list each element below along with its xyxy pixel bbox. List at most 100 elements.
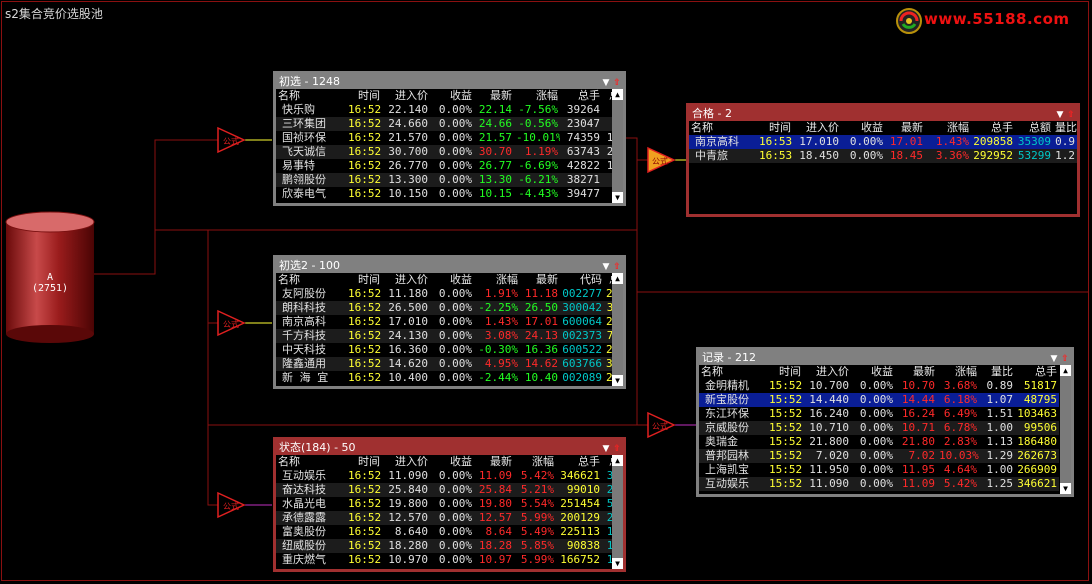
scroll-up-icon[interactable]: ▲	[612, 89, 623, 100]
panel-header[interactable]: 合格 - 2 ▼ ⇧	[689, 106, 1077, 121]
panel-up-icon[interactable]: ⇧	[1060, 353, 1070, 365]
column-header[interactable]: 进入价	[382, 89, 430, 103]
panel-header[interactable]: 初选2 - 100 ▼ ⇧	[276, 258, 623, 273]
panel-menu-icon[interactable]: ▼	[601, 261, 611, 273]
panel-hege[interactable]: 合格 - 2 ▼ ⇧ 名称 时间 进入价 收益 最新 涨幅 总手 总额 量比 南京高科 16:53 17…	[686, 103, 1080, 217]
table-row[interactable]: 鹏翎股份16:5213.3000.00%13.30-6.21%382715	[276, 173, 622, 187]
panel-up-icon[interactable]: ⇧	[612, 77, 622, 89]
column-header[interactable]: 名称	[276, 89, 346, 103]
table-row[interactable]: 南京高科 16:53 17.010 0.00% 17.01 1.43% 209858 3530…	[689, 135, 1077, 149]
column-header[interactable]: 名称	[689, 121, 757, 135]
panel-zhuangtai[interactable]: 状态(184) - 50 ▼⇧ 名称时间进入价收益最新涨幅总手总互动娱乐16:5…	[273, 437, 626, 572]
panel-menu-icon[interactable]: ▼	[601, 77, 611, 89]
scrollbar[interactable]: ▲ ▼	[612, 89, 623, 203]
panel-menu-icon[interactable]: ▼	[601, 443, 611, 455]
table-row[interactable]: 千方科技16:5224.1300.00%3.08%24.1300237377	[276, 329, 622, 343]
column-header[interactable]: 名称	[276, 455, 346, 469]
scroll-up-icon[interactable]: ▲	[1060, 365, 1071, 376]
table-row[interactable]: 东江环保 15:52 16.240 0.00% 16.24 6.49% 1.51 103463	[699, 407, 1059, 421]
column-header[interactable]: 收益	[430, 89, 474, 103]
filter-node-3[interactable]: 公式	[217, 491, 246, 519]
table-row[interactable]: 金明精机 15:52 10.700 0.00% 10.70 3.68% 0.89 51817	[699, 379, 1059, 393]
column-header[interactable]: 量比	[1053, 121, 1077, 135]
table-row[interactable]: 水晶光电16:5219.8000.00%19.805.54%25145450	[276, 497, 622, 511]
scroll-up-icon[interactable]: ▲	[612, 273, 623, 284]
panel-up-icon[interactable]: ⇧	[612, 443, 622, 455]
table-row[interactable]: 新宝股份 15:52 14.440 0.00% 14.44 6.18% 1.07 48795	[699, 393, 1059, 407]
table-row[interactable]: 友阿股份16:5211.1800.00%1.91%11.18002277225	[276, 287, 622, 301]
filter-node-1[interactable]: 公式	[217, 126, 246, 154]
column-header[interactable]: 总手	[1015, 365, 1059, 379]
panel-header[interactable]: 状态(184) - 50 ▼ ⇧	[276, 440, 623, 455]
column-header[interactable]: 涨幅	[925, 121, 971, 135]
column-header[interactable]: 总手	[971, 121, 1015, 135]
column-header[interactable]: 总额	[1015, 121, 1053, 135]
scroll-down-icon[interactable]: ▼	[612, 558, 623, 569]
column-header[interactable]: 代码	[560, 273, 604, 287]
table-row[interactable]: 互动娱乐16:5211.0900.00%11.095.42%34662137	[276, 469, 622, 483]
table-row[interactable]: 普邦园林 15:52 7.020 0.00% 7.02 10.03% 1.29 262673	[699, 449, 1059, 463]
filter-node-4[interactable]: 公式	[647, 146, 676, 174]
panel-chuxuan[interactable]: 初选 - 1248 ▼⇧ 名称时间进入价收益最新涨幅总手总快乐购16:5222.…	[273, 71, 626, 206]
column-header[interactable]: 最新	[895, 365, 937, 379]
panel-chuxuan2[interactable]: 初选2 - 100 ▼⇧ 名称时间进入价收益涨幅最新代码总友阿股份16:5211…	[273, 255, 626, 389]
column-header[interactable]: 名称	[276, 273, 346, 287]
panel-up-icon[interactable]: ⇧	[1066, 109, 1076, 121]
column-header[interactable]: 涨幅	[937, 365, 979, 379]
scrollbar[interactable]: ▲ ▼	[1060, 365, 1071, 494]
column-header[interactable]: 收益	[841, 121, 885, 135]
column-header[interactable]: 时间	[346, 273, 382, 287]
column-header[interactable]: 最新	[520, 273, 560, 287]
table-row[interactable]: 富奥股份16:528.6400.00%8.645.49%22511318	[276, 525, 622, 539]
column-header[interactable]: 量比	[979, 365, 1015, 379]
column-header[interactable]: 涨幅	[514, 455, 556, 469]
table-row[interactable]: 奋达科技16:5225.8400.00%25.845.21%9901024	[276, 483, 622, 497]
column-header[interactable]: 最新	[885, 121, 925, 135]
column-header[interactable]: 名称	[699, 365, 767, 379]
panel-menu-icon[interactable]: ▼	[1049, 353, 1059, 365]
column-header[interactable]: 进入价	[382, 455, 430, 469]
table-row[interactable]: 飞天诚信16:5230.7000.00%30.701.19%6374320	[276, 145, 622, 159]
column-header[interactable]: 收益	[430, 455, 474, 469]
scroll-down-icon[interactable]: ▼	[1060, 483, 1071, 494]
table-row[interactable]: 纽威股份16:5218.2800.00%18.285.85%9083816	[276, 539, 622, 553]
table-row[interactable]: 朗科科技16:5226.5000.00%-2.25%26.5030004234	[276, 301, 622, 315]
filter-node-5[interactable]: 公式	[647, 411, 676, 439]
panel-jilu[interactable]: 记录 - 212 ▼ ⇧ 名称 时间 进入价 收益 最新 涨幅 量比 总手 金明精机 15:52 10…	[696, 347, 1074, 497]
column-header[interactable]: 最新	[474, 89, 514, 103]
column-header[interactable]: 涨幅	[514, 89, 560, 103]
column-header[interactable]: 进入价	[803, 365, 851, 379]
column-header[interactable]: 收益	[851, 365, 895, 379]
table-row[interactable]: 上海凯宝 15:52 11.950 0.00% 11.95 4.64% 1.00 266909	[699, 463, 1059, 477]
scrollbar[interactable]: ▲ ▼	[612, 455, 623, 569]
column-header[interactable]: 最新	[474, 455, 514, 469]
panel-header[interactable]: 记录 - 212 ▼ ⇧	[699, 350, 1071, 365]
table-row[interactable]: 中青旅 16:53 18.450 0.00% 18.45 3.36% 292952 53299…	[689, 149, 1077, 163]
table-row[interactable]: 奥瑞金 15:52 21.800 0.00% 21.80 2.83% 1.13 186480	[699, 435, 1059, 449]
panel-menu-icon[interactable]: ▼	[1055, 109, 1065, 121]
panel-up-icon[interactable]: ⇧	[612, 261, 622, 273]
scroll-down-icon[interactable]: ▼	[612, 192, 623, 203]
table-row[interactable]: 互动娱乐 15:52 11.090 0.00% 11.09 5.42% 1.25 346621	[699, 477, 1059, 491]
table-row[interactable]: 京威股份 15:52 10.710 0.00% 10.71 6.78% 1.00 99506	[699, 421, 1059, 435]
filter-node-2[interactable]: 公式	[217, 309, 246, 337]
scroll-up-icon[interactable]: ▲	[612, 455, 623, 466]
column-header[interactable]: 时间	[757, 121, 793, 135]
column-header[interactable]: 总手	[560, 89, 602, 103]
table-row[interactable]: 三环集团16:5224.6600.00%24.66-0.56%230475	[276, 117, 622, 131]
table-row[interactable]: 中天科技16:5216.3600.00%-0.30%16.36600522205	[276, 343, 622, 357]
table-row[interactable]: 新 海 宜16:5210.4000.00%-2.44%10.4000208924…	[276, 371, 622, 385]
table-row[interactable]: 欣泰电气16:5210.1500.00%10.15-4.43%394774	[276, 187, 622, 201]
table-row[interactable]: 易事特16:5226.7700.00%26.77-6.69%4282211	[276, 159, 622, 173]
table-row[interactable]: 承德露露16:5212.5700.00%12.575.99%20012924	[276, 511, 622, 525]
column-header[interactable]: 收益	[430, 273, 474, 287]
scrollbar[interactable]: ▲ ▼	[612, 273, 623, 386]
panel-header[interactable]: 初选 - 1248 ▼ ⇧	[276, 74, 623, 89]
column-header[interactable]: 进入价	[793, 121, 841, 135]
table-row[interactable]: 国祯环保16:5221.5700.00%21.57-10.01%7435916	[276, 131, 622, 145]
column-header[interactable]: 时间	[346, 455, 382, 469]
column-header[interactable]: 时间	[767, 365, 803, 379]
column-header[interactable]: 总手	[556, 455, 602, 469]
scroll-down-icon[interactable]: ▼	[612, 375, 623, 386]
table-row[interactable]: 快乐购16:5222.1400.00%22.14-7.56%392649	[276, 103, 622, 117]
